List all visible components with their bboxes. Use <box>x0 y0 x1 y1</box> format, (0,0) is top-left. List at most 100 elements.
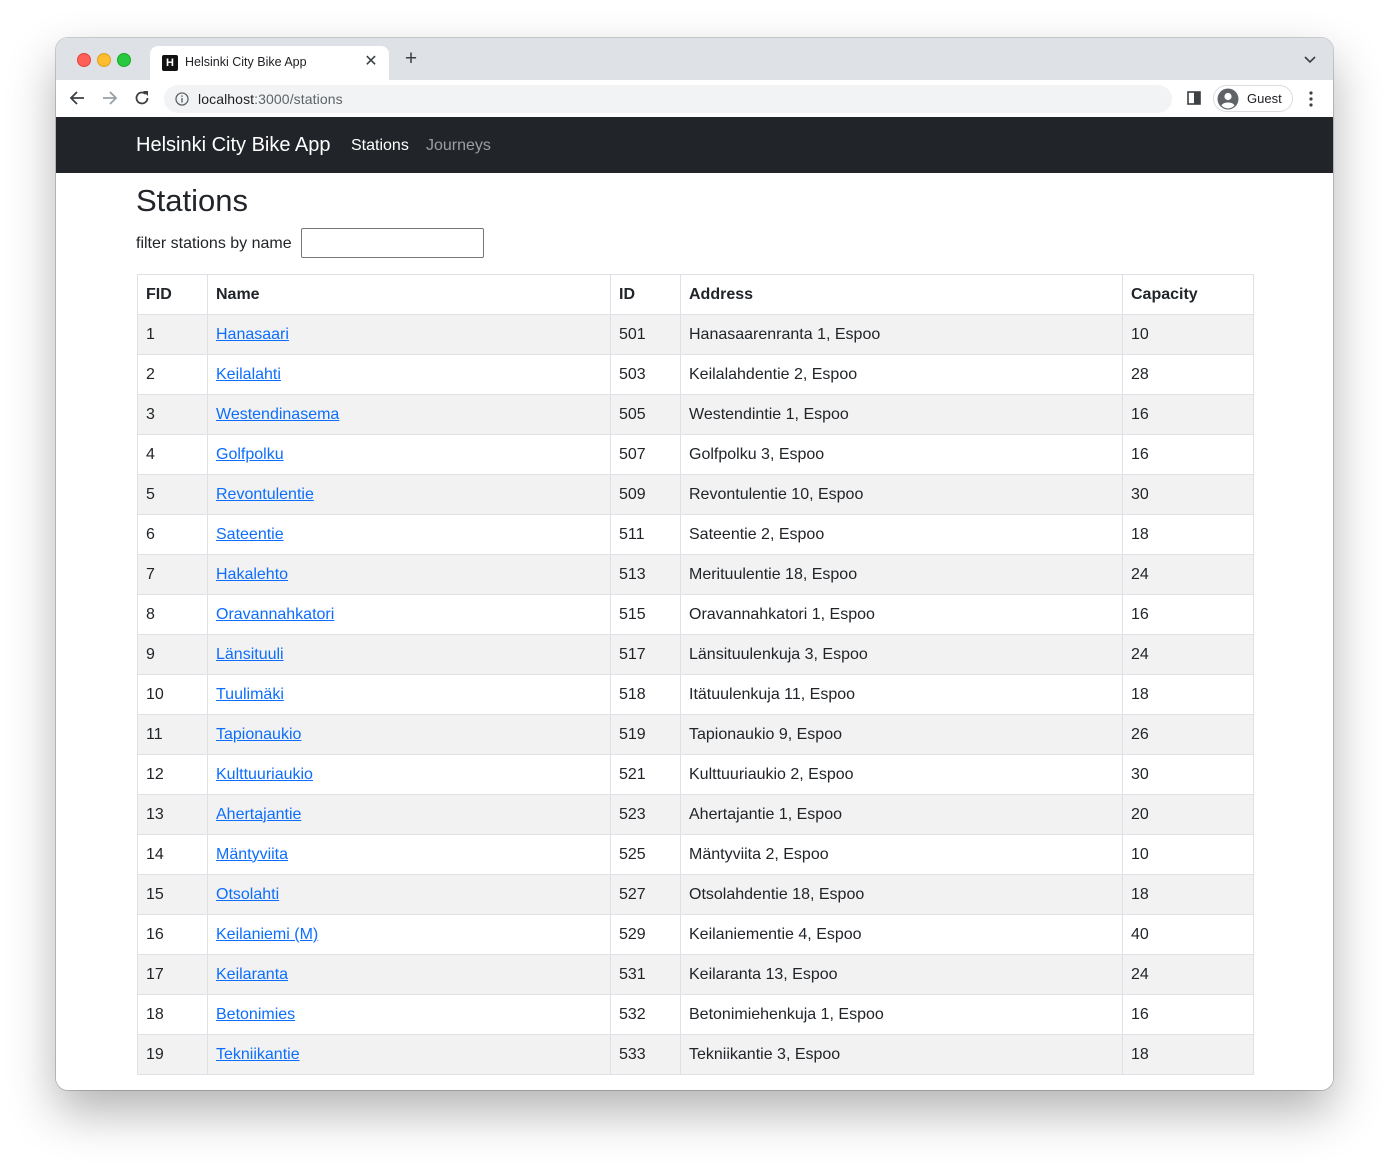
cell-id: 518 <box>610 674 681 715</box>
station-link[interactable]: Mäntyviita <box>216 846 288 863</box>
station-link[interactable]: Ahertajantie <box>216 806 301 823</box>
cell-capacity: 40 <box>1122 914 1254 955</box>
table-row: 17 Keilaranta 531 Keilaranta 13, Espoo 24 <box>137 954 1254 995</box>
cell-id: 515 <box>610 594 681 635</box>
column-header-address: Address <box>680 274 1123 315</box>
forward-arrow-icon[interactable] <box>99 88 119 108</box>
site-info-icon[interactable] <box>175 92 189 106</box>
reload-icon[interactable] <box>132 88 152 108</box>
cell-address: Kulttuuriaukio 2, Espoo <box>680 754 1123 795</box>
cell-name: Keilaniemi (M) <box>207 914 611 955</box>
favicon-icon: H <box>162 55 178 71</box>
cell-name: Hanasaari <box>207 314 611 355</box>
profile-label: Guest <box>1247 91 1282 106</box>
station-link[interactable]: Revontulentie <box>216 486 314 503</box>
back-arrow-icon[interactable] <box>68 88 88 108</box>
tab-strip: H Helsinki City Bike App ✕ + <box>56 38 1333 80</box>
table-row: 11 Tapionaukio 519 Tapionaukio 9, Espoo 26 <box>137 714 1254 755</box>
cell-capacity: 16 <box>1122 434 1254 475</box>
cell-id: 521 <box>610 754 681 795</box>
cell-address: Merituulentie 18, Espoo <box>680 554 1123 595</box>
table-row: 10 Tuulimäki 518 Itätuulenkuja 11, Espoo 18 <box>137 674 1254 715</box>
new-tab-plus-icon[interactable]: + <box>401 48 421 69</box>
cell-id: 509 <box>610 474 681 515</box>
station-filter-input[interactable] <box>301 228 484 258</box>
station-link[interactable]: Länsituuli <box>216 646 284 663</box>
cell-fid: 7 <box>137 554 208 595</box>
cell-fid: 13 <box>137 794 208 835</box>
cell-fid: 14 <box>137 834 208 875</box>
cell-address: Betonimiehenkuja 1, Espoo <box>680 994 1123 1035</box>
cell-address: Ahertajantie 1, Espoo <box>680 794 1123 835</box>
cell-id: 501 <box>610 314 681 355</box>
nav-link-journeys[interactable]: Journeys <box>426 137 491 155</box>
table-row: 19 Tekniikantie 533 Tekniikantie 3, Espoo 18 <box>137 1034 1254 1075</box>
table-row: 16 Keilaniemi (M) 529 Keilaniementie 4, Esp… <box>137 914 1254 955</box>
cell-capacity: 10 <box>1122 834 1254 875</box>
cell-id: 513 <box>610 554 681 595</box>
nav-link-stations[interactable]: Stations <box>351 137 409 155</box>
navbar-brand[interactable]: Helsinki City Bike App <box>136 134 331 157</box>
station-link[interactable]: Hanasaari <box>216 326 289 343</box>
table-row: 13 Ahertajantie 523 Ahertajantie 1, Espoo 20 <box>137 794 1254 835</box>
cell-capacity: 24 <box>1122 954 1254 995</box>
cell-capacity: 16 <box>1122 994 1254 1035</box>
address-bar[interactable]: localhost:3000/stations <box>164 85 1172 113</box>
cell-fid: 9 <box>137 634 208 675</box>
tab-close-icon[interactable]: ✕ <box>361 52 381 72</box>
station-link[interactable]: Otsolahti <box>216 886 279 903</box>
browser-tab[interactable]: H Helsinki City Bike App ✕ <box>150 46 389 80</box>
cell-name: Länsituuli <box>207 634 611 675</box>
table-row: 15 Otsolahti 527 Otsolahdentie 18, Espoo 18 <box>137 874 1254 915</box>
cell-address: Revontulentie 10, Espoo <box>680 474 1123 515</box>
station-link[interactable]: Westendinasema <box>216 406 339 423</box>
stations-table: FID Name ID Address Capacity 1 Hanasaari 5… <box>137 274 1254 1075</box>
cell-name: Keilaranta <box>207 954 611 995</box>
zoom-window-button[interactable] <box>117 53 131 67</box>
station-link[interactable]: Keilaniemi (M) <box>216 926 318 943</box>
side-panel-icon[interactable] <box>1187 91 1201 105</box>
station-link[interactable]: Hakalehto <box>216 566 288 583</box>
minimize-window-button[interactable] <box>97 53 111 67</box>
cell-id: 532 <box>610 994 681 1035</box>
cell-name: Sateentie <box>207 514 611 555</box>
cell-capacity: 26 <box>1122 714 1254 755</box>
station-link[interactable]: Tapionaukio <box>216 726 301 743</box>
cell-name: Kulttuuriaukio <box>207 754 611 795</box>
table-row: 8 Oravannahkatori 515 Oravannahkatori 1, Es… <box>137 594 1254 635</box>
tab-title: Helsinki City Bike App <box>185 55 307 69</box>
column-header-fid: FID <box>137 274 208 315</box>
kebab-menu-icon[interactable] <box>1306 90 1316 108</box>
cell-name: Tapionaukio <box>207 714 611 755</box>
station-link[interactable]: Sateentie <box>216 526 284 543</box>
cell-capacity: 18 <box>1122 874 1254 915</box>
cell-id: 519 <box>610 714 681 755</box>
tab-search-chevron-icon[interactable] <box>1303 52 1317 66</box>
cell-name: Golfpolku <box>207 434 611 475</box>
cell-fid: 6 <box>137 514 208 555</box>
close-window-button[interactable] <box>77 53 91 67</box>
cell-id: 523 <box>610 794 681 835</box>
table-row: 3 Westendinasema 505 Westendintie 1, Espoo 1… <box>137 394 1254 435</box>
cell-address: Sateentie 2, Espoo <box>680 514 1123 555</box>
column-header-id: ID <box>610 274 681 315</box>
cell-capacity: 18 <box>1122 514 1254 555</box>
station-link[interactable]: Tuulimäki <box>216 686 284 703</box>
column-header-name: Name <box>207 274 611 315</box>
station-link[interactable]: Oravannahkatori <box>216 606 334 623</box>
cell-fid: 11 <box>137 714 208 755</box>
cell-id: 507 <box>610 434 681 475</box>
station-link[interactable]: Betonimies <box>216 1006 295 1023</box>
profile-button[interactable]: Guest <box>1213 85 1293 112</box>
station-link[interactable]: Golfpolku <box>216 446 284 463</box>
station-link[interactable]: Keilalahti <box>216 366 281 383</box>
station-link[interactable]: Tekniikantie <box>216 1046 300 1063</box>
station-link[interactable]: Keilaranta <box>216 966 288 983</box>
cell-address: Mäntyviita 2, Espoo <box>680 834 1123 875</box>
station-link[interactable]: Kulttuuriaukio <box>216 766 313 783</box>
table-row: 12 Kulttuuriaukio 521 Kulttuuriaukio 2, Esp… <box>137 754 1254 795</box>
cell-fid: 4 <box>137 434 208 475</box>
cell-address: Golfpolku 3, Espoo <box>680 434 1123 475</box>
cell-fid: 16 <box>137 914 208 955</box>
cell-address: Otsolahdentie 18, Espoo <box>680 874 1123 915</box>
